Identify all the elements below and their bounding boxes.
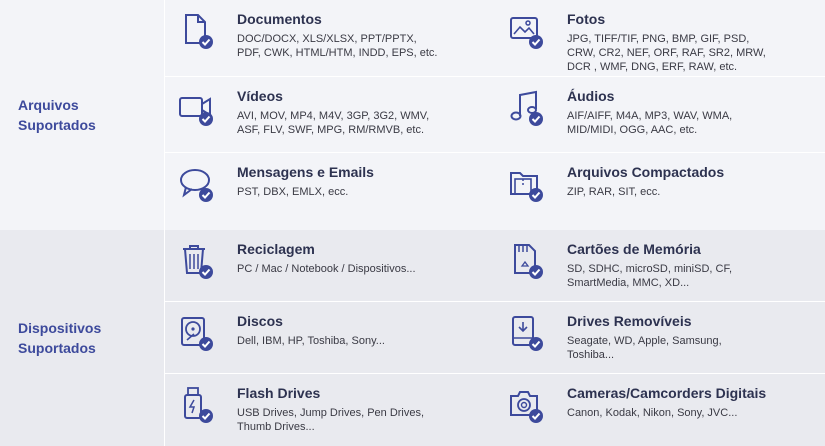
item-title: Mensagens e Emails	[237, 164, 374, 181]
item-cartoes-de-memoria: Cartões de Memória SD, SDHC, microSD, mi…	[495, 230, 825, 302]
item-title: Drives Removíveis	[567, 313, 692, 329]
item-description: JPG, TIFF/TIF, PNG, BMP, GIF, PSD, CRW, …	[567, 33, 766, 73]
item-title: Cameras/Camcorders Digitais	[567, 385, 767, 401]
item-description: PST, DBX, EMLX, ecc.	[237, 186, 349, 199]
memory-card-icon	[495, 236, 557, 279]
item-mensagens: Mensagens e Emails PST, DBX, EMLX, ecc.	[165, 153, 495, 230]
item-audios: Áudios AIF/AIFF, M4A, MP3, WAV, WMA, MID…	[495, 77, 825, 154]
supported-devices-grid: Reciclagem PC / Mac / Notebook / Disposi…	[164, 230, 825, 446]
item-title: Fotos	[567, 11, 606, 27]
item-documentos: Documentos DOC/DOCX, XLS/XLSX, PPT/PPTX,…	[165, 0, 495, 77]
camera-icon	[495, 380, 557, 423]
trash-bin-icon	[165, 236, 227, 279]
chat-bubble-icon	[165, 159, 227, 203]
item-title: Cartões de Memória	[567, 241, 701, 257]
hard-disk-icon	[165, 308, 227, 351]
archive-folder-icon	[495, 159, 557, 203]
photo-icon	[495, 6, 557, 49]
supported-devices-section: Dispositivos Suportados Reciclagem PC / …	[0, 230, 825, 446]
item-discos: Discos Dell, IBM, HP, Toshiba, Sony...	[165, 302, 495, 374]
item-title: Vídeos	[237, 87, 283, 104]
item-title: Reciclagem	[237, 241, 315, 257]
supported-files-section: Arquivos Suportados Documentos DOC/DOCX,…	[0, 0, 825, 230]
item-fotos: Fotos JPG, TIFF/TIF, PNG, BMP, GIF, PSD,…	[495, 0, 825, 77]
item-title: Flash Drives	[237, 385, 321, 401]
item-description: Seagate, WD, Apple, Samsung, Toshiba...	[567, 335, 722, 361]
section-label-text: Dispositivos Suportados	[18, 320, 102, 356]
section-label: Arquivos Suportados	[0, 0, 164, 230]
item-drives-removiveis: Drives Removíveis Seagate, WD, Apple, Sa…	[495, 302, 825, 374]
section-label-text: Arquivos Suportados	[18, 97, 96, 133]
item-description: ZIP, RAR, SIT, ecc.	[567, 186, 661, 199]
item-cameras: Cameras/Camcorders Digitais Canon, Kodak…	[495, 374, 825, 446]
item-title: Áudios	[567, 87, 615, 104]
usb-drive-icon	[165, 380, 227, 423]
item-description: Canon, Kodak, Nikon, Sony, JVC...	[567, 407, 738, 419]
item-videos: Vídeos AVI, MOV, MP4, M4V, 3GP, 3G2, WMV…	[165, 77, 495, 154]
item-reciclagem: Reciclagem PC / Mac / Notebook / Disposi…	[165, 230, 495, 302]
item-description: DOC/DOCX, XLS/XLSX, PPT/PPTX, PDF, CWK, …	[237, 33, 438, 59]
removable-drive-icon	[495, 308, 557, 351]
item-description: AIF/AIFF, M4A, MP3, WAV, WMA, MID/MIDI, …	[567, 109, 733, 136]
item-description: SD, SDHC, microSD, miniSD, CF, SmartMedi…	[567, 263, 733, 289]
item-title: Arquivos Compactados	[567, 164, 725, 181]
item-description: PC / Mac / Notebook / Dispositivos...	[237, 263, 416, 275]
item-description: Dell, IBM, HP, Toshiba, Sony...	[237, 335, 385, 347]
item-arquivos-compactados: Arquivos Compactados ZIP, RAR, SIT, ecc.	[495, 153, 825, 230]
item-description: AVI, MOV, MP4, M4V, 3GP, 3G2, WMV, ASF, …	[237, 109, 430, 136]
music-note-icon	[495, 83, 557, 126]
section-label: Dispositivos Suportados	[0, 230, 164, 446]
item-title: Documentos	[237, 11, 322, 27]
item-title: Discos	[237, 313, 283, 329]
item-flash-drives: Flash Drives USB Drives, Jump Drives, Pe…	[165, 374, 495, 446]
item-description: USB Drives, Jump Drives, Pen Drives, Thu…	[237, 407, 425, 433]
supported-files-grid: Documentos DOC/DOCX, XLS/XLSX, PPT/PPTX,…	[164, 0, 825, 230]
document-icon	[165, 6, 227, 49]
video-camera-icon	[165, 83, 227, 126]
